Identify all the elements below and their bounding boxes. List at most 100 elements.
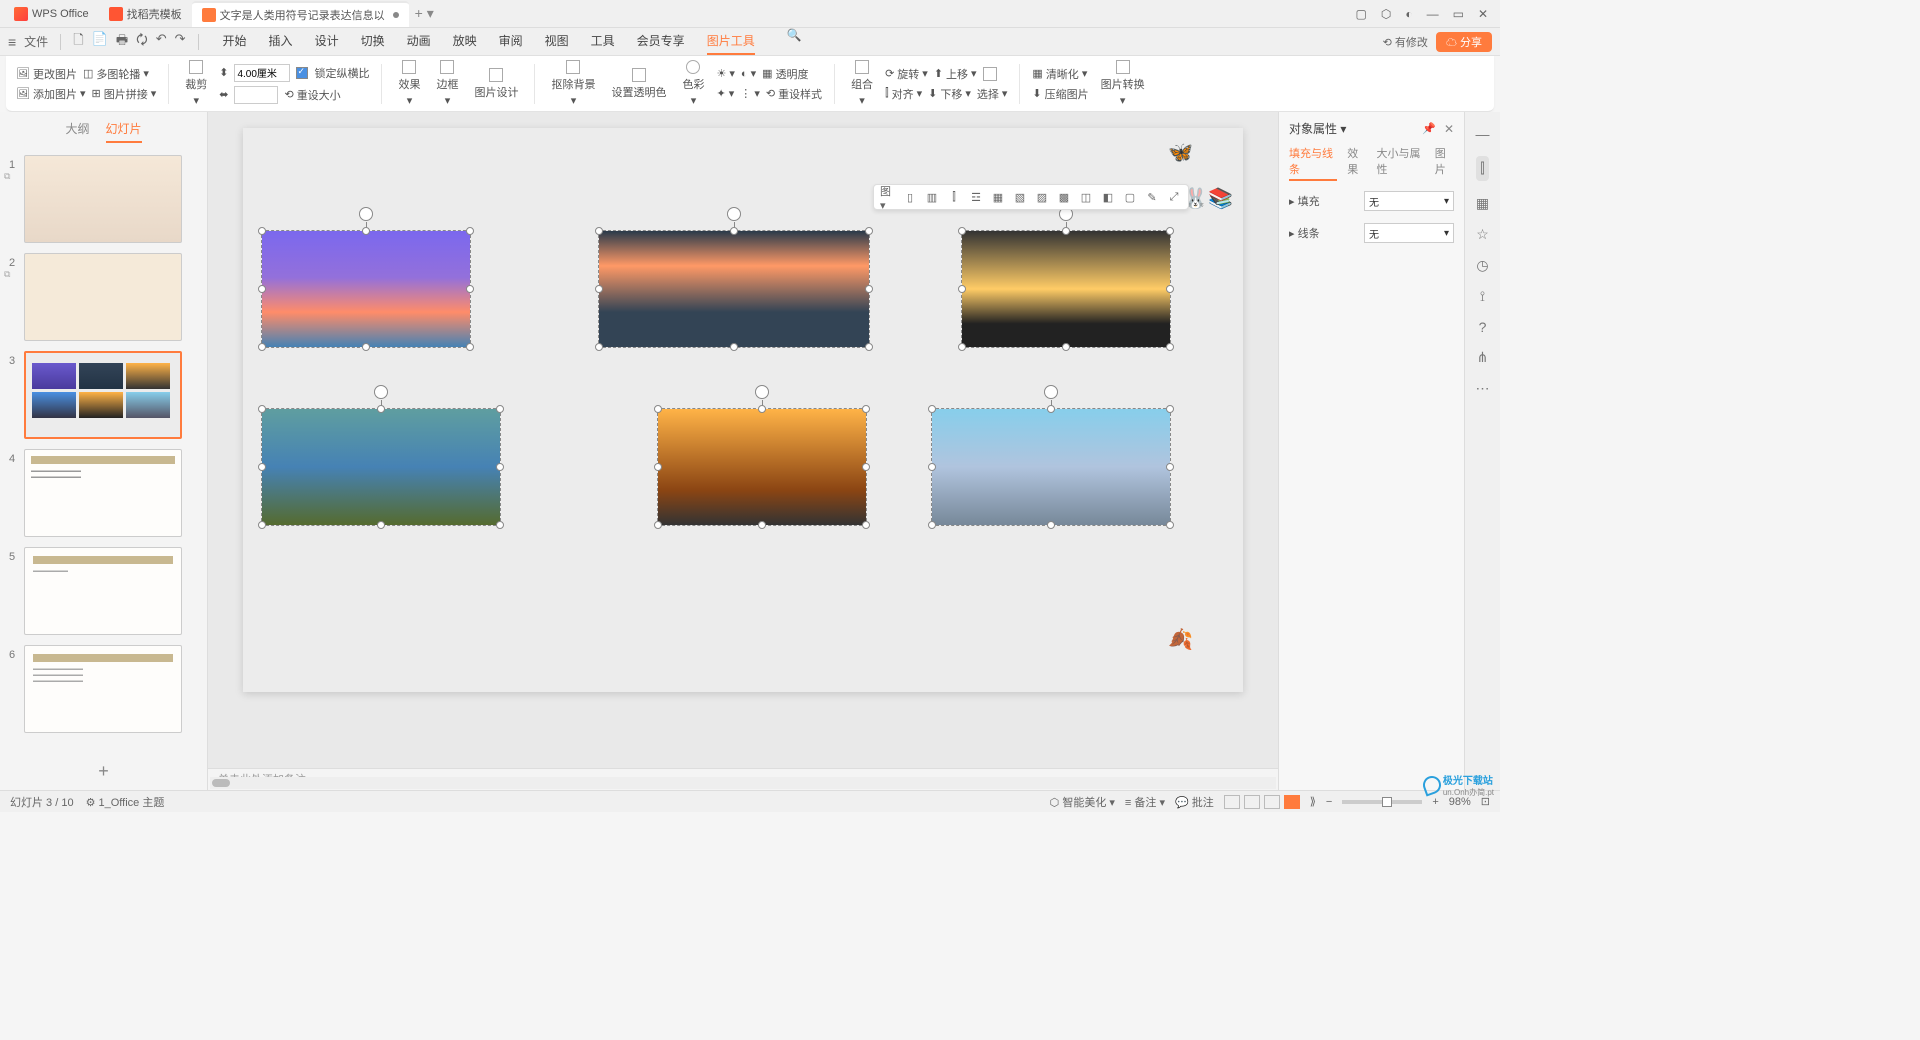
tab-size-prop[interactable]: 大小与属性	[1377, 145, 1425, 181]
close-button[interactable]: ✕	[1478, 7, 1488, 21]
line-select[interactable]: 无▾	[1364, 223, 1454, 243]
comment-button[interactable]: 💬 批注	[1175, 794, 1214, 810]
collapse-icon[interactable]: —	[1476, 126, 1490, 142]
ft-layout6-icon[interactable]: ▧	[1012, 189, 1028, 205]
strip-media-icon[interactable]: ⟟	[1480, 288, 1485, 305]
tab-slides[interactable]: 幻灯片	[106, 120, 142, 143]
thumbnail-5[interactable]: ▬▬▬▬▬▬▬	[24, 547, 182, 635]
qat-undo-icon[interactable]: ↶	[156, 31, 167, 53]
tab-view[interactable]: 视图	[545, 28, 569, 55]
share-button[interactable]: ☁ 分享	[1436, 32, 1492, 52]
zoom-slider[interactable]	[1342, 800, 1422, 804]
thumbnails[interactable]: 1⧉ 2⧉ 3 4▬▬▬▬▬▬▬▬▬▬▬▬▬▬▬▬▬▬▬▬ 5▬▬▬▬▬▬▬ 6…	[0, 147, 207, 753]
move-down-button[interactable]: ⬇ 下移 ▾	[928, 86, 971, 102]
border-button[interactable]: 边框▾	[432, 60, 462, 107]
canvas-scroll[interactable]: 🦋 🐰📚 🍂 图▾ ▯ ▥ ⫿ ☲ ▦ ▧ ▨ ▩ ◫ ◧ ▢ ✎	[208, 112, 1278, 768]
tab-review[interactable]: 审阅	[499, 28, 523, 55]
strip-format-icon[interactable]: ⫿	[1476, 156, 1488, 181]
image-6[interactable]	[931, 408, 1171, 526]
win-cube-icon[interactable]: ⬡	[1381, 7, 1391, 21]
ft-layout5-icon[interactable]: ▦	[990, 189, 1006, 205]
tab-insert[interactable]: 插入	[269, 28, 293, 55]
misc-icon[interactable]	[983, 67, 997, 81]
win-panel-icon[interactable]: ▢	[1356, 7, 1367, 21]
hamburger-icon[interactable]: ≡	[8, 34, 16, 50]
smart-beautify-button[interactable]: ⬡ 智能美化 ▾	[1050, 794, 1115, 810]
tab-document[interactable]: 文字是人类用符号记录表达信息以	[192, 1, 409, 27]
move-up-button[interactable]: ⬆ 上移 ▾	[934, 66, 977, 82]
image-convert-button[interactable]: 图片转换▾	[1097, 60, 1149, 107]
tab-design[interactable]: 设计	[315, 28, 339, 55]
view-reading-icon[interactable]	[1264, 795, 1280, 809]
add-slide-button[interactable]: +	[0, 753, 207, 790]
ft-layout8-icon[interactable]: ▩	[1056, 189, 1072, 205]
ft-layout11-icon[interactable]: ▢	[1122, 189, 1138, 205]
tab-templates[interactable]: 找稻壳模板	[99, 2, 192, 26]
image-design-button[interactable]: 图片设计	[470, 68, 522, 100]
ft-layout1-icon[interactable]: ▯	[902, 189, 918, 205]
image-5[interactable]	[657, 408, 867, 526]
multi-image-button[interactable]: ◫ 多图轮播 ▾	[83, 66, 149, 82]
view-normal-icon[interactable]	[1224, 795, 1240, 809]
notes-button[interactable]: ≡ 备注 ▾	[1125, 794, 1165, 810]
compress-button[interactable]: ⬇ 压缩图片	[1032, 86, 1088, 102]
change-image-button[interactable]: 🖼 更改图片	[16, 66, 77, 82]
qat-refresh-icon[interactable]: 🗘	[136, 31, 148, 53]
set-transparent-button[interactable]: 设置透明色	[607, 68, 670, 100]
ft-layout9-icon[interactable]: ◫	[1078, 189, 1094, 205]
ft-expand-icon[interactable]: ⤢	[1166, 189, 1182, 205]
more-button[interactable]: ⋮ ▾	[740, 87, 760, 100]
tab-start[interactable]: 开始	[223, 28, 247, 55]
horizontal-scrollbar[interactable]	[210, 777, 1276, 789]
tab-image[interactable]: 图片	[1435, 145, 1454, 181]
strip-star-icon[interactable]: ☆	[1476, 226, 1489, 243]
image-3[interactable]	[961, 230, 1171, 348]
slide-canvas[interactable]: 🦋 🐰📚 🍂 图▾ ▯ ▥ ⫿ ☲ ▦ ▧ ▨ ▩ ◫ ◧ ▢ ✎	[243, 128, 1243, 692]
tab-tools[interactable]: 工具	[591, 28, 615, 55]
strip-layout-icon[interactable]: ▦	[1476, 195, 1489, 212]
strip-more-icon[interactable]: ⋯	[1476, 380, 1490, 397]
tab-add-button[interactable]: + ▾	[409, 1, 440, 26]
tab-slideshow[interactable]: 放映	[453, 28, 477, 55]
select-button[interactable]: 选择 ▾	[977, 86, 1008, 102]
tab-vip[interactable]: 会员专享	[637, 28, 685, 55]
pin-icon[interactable]: 📌	[1422, 122, 1436, 135]
view-sorter-icon[interactable]	[1244, 795, 1260, 809]
theme-label[interactable]: ⚙ 1_Office 主题	[86, 794, 165, 810]
ft-layout7-icon[interactable]: ▨	[1034, 189, 1050, 205]
strip-clock-icon[interactable]: ◷	[1476, 257, 1488, 274]
close-panel-icon[interactable]: ✕	[1444, 122, 1454, 136]
thumbnail-3[interactable]	[24, 351, 182, 439]
image-2[interactable]	[598, 230, 870, 348]
crop-button[interactable]: 裁剪▾	[181, 60, 211, 107]
transparency-button[interactable]: ▦ 透明度	[762, 66, 808, 82]
group-button[interactable]: 组合▾	[847, 60, 877, 107]
ft-image-icon[interactable]: 图▾	[880, 189, 896, 205]
win-avatar-icon[interactable]: ◐	[1405, 7, 1412, 21]
thumbnail-1[interactable]	[24, 155, 182, 243]
reset-style-button[interactable]: ⟲ 重设样式	[766, 86, 822, 102]
tab-outline[interactable]: 大纲	[65, 120, 89, 143]
image-join-button[interactable]: ⊞ 图片拼接 ▾	[92, 86, 157, 102]
width-input[interactable]	[234, 86, 278, 104]
rotate-button[interactable]: ⟳ 旋转 ▾	[885, 66, 928, 82]
cloud-status[interactable]: ⟲ 有修改	[1383, 34, 1428, 50]
thumbnail-2[interactable]	[24, 253, 182, 341]
color-button[interactable]: 色彩▾	[678, 60, 708, 107]
search-icon[interactable]: 🔍	[787, 28, 802, 55]
clarity-button[interactable]: ▦ 清晰化 ▾	[1032, 66, 1087, 82]
add-image-button[interactable]: 🖼 添加图片 ▾	[16, 86, 86, 102]
effect-button[interactable]: 效果▾	[394, 60, 424, 107]
qat-new-icon[interactable]: 🗋	[73, 31, 83, 53]
ft-layout10-icon[interactable]: ◧	[1100, 189, 1116, 205]
remove-bg-button[interactable]: 抠除背景▾	[547, 60, 599, 107]
fill-select[interactable]: 无▾	[1364, 191, 1454, 211]
tab-fill-line[interactable]: 填充与线条	[1289, 145, 1337, 181]
strip-tools-icon[interactable]: ⋔	[1477, 349, 1489, 366]
tab-transition[interactable]: 切换	[361, 28, 385, 55]
maximize-button[interactable]: ▭	[1453, 7, 1464, 21]
minimize-button[interactable]: —	[1427, 7, 1439, 21]
tab-effect[interactable]: 效果	[1347, 145, 1366, 181]
brightness-button[interactable]: ☀ ▾	[716, 67, 734, 80]
strip-help-icon[interactable]: ?	[1479, 319, 1487, 335]
